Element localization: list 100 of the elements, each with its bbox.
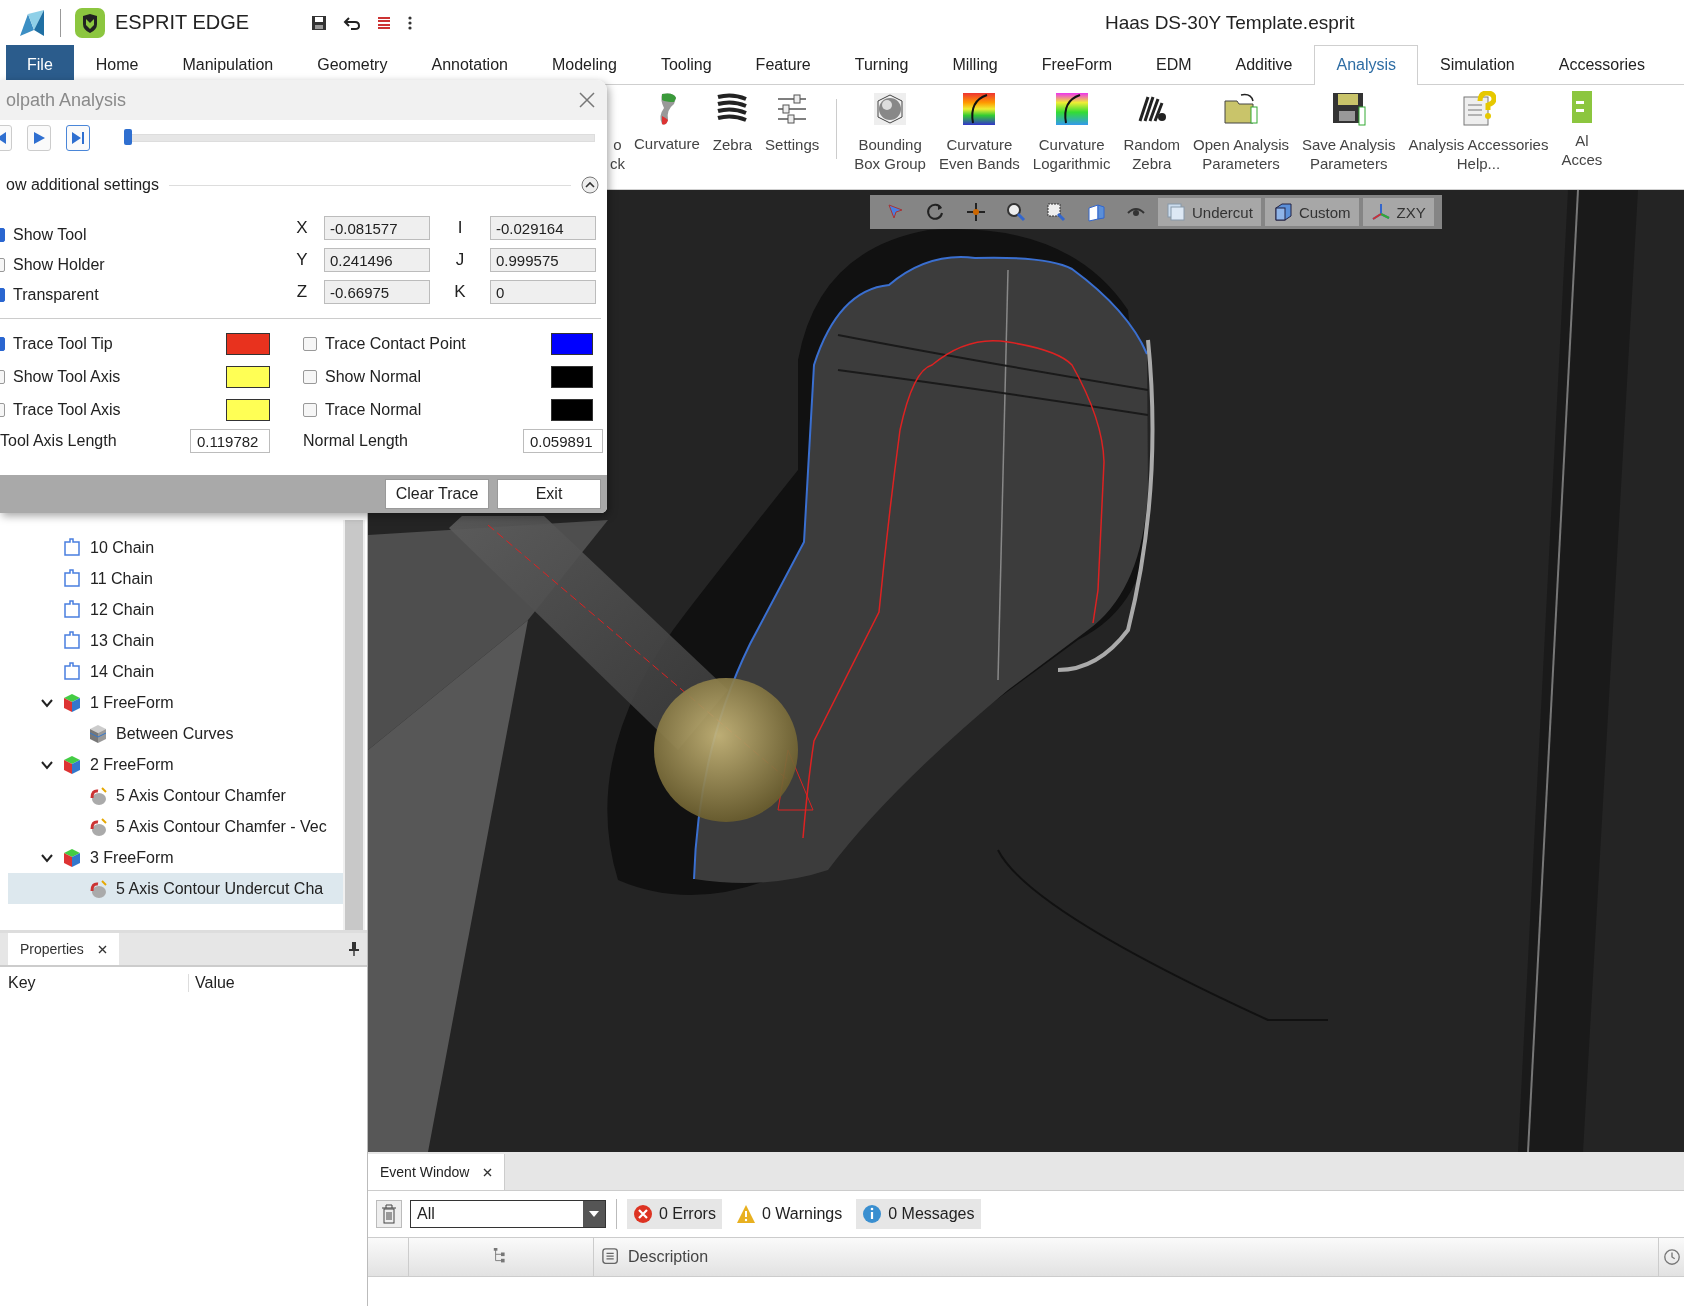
rotate-icon bbox=[926, 202, 946, 222]
playback-button[interactable] bbox=[66, 125, 90, 151]
ribbon-tab[interactable]: Home bbox=[73, 45, 161, 84]
tree-item[interactable]: 10 Chain bbox=[8, 532, 343, 563]
coordinate-field[interactable]: -0.66975 bbox=[324, 280, 430, 304]
ribbon-tab[interactable]: Modeling bbox=[529, 45, 639, 84]
ribbon-tab[interactable]: Annotation bbox=[409, 45, 530, 84]
checkbox[interactable] bbox=[303, 403, 317, 417]
option-label: Show Normal bbox=[325, 368, 422, 386]
close-icon[interactable] bbox=[483, 1167, 493, 1177]
pin-icon[interactable] bbox=[349, 942, 359, 956]
dialog-button[interactable]: Exit bbox=[497, 479, 601, 509]
shield-logo-icon bbox=[75, 7, 105, 38]
spreadsheet-icon bbox=[1571, 91, 1592, 123]
tree-item[interactable]: Between Curves bbox=[8, 718, 343, 749]
tree-item[interactable]: 1 FreeForm bbox=[8, 687, 343, 718]
color-swatch[interactable] bbox=[551, 366, 593, 388]
playback-button[interactable] bbox=[27, 125, 51, 151]
ribbon-button[interactable]: Curvature Even Bands bbox=[938, 91, 1020, 173]
close-icon[interactable] bbox=[97, 944, 107, 954]
ribbon-button[interactable]: Curvature bbox=[634, 91, 700, 153]
ribbon-tab[interactable]: Turning bbox=[832, 45, 931, 84]
more-options-icon[interactable] bbox=[407, 14, 414, 31]
tree-item[interactable]: 5 Axis Contour Chamfer bbox=[8, 780, 343, 811]
tree-item[interactable]: 14 Chain bbox=[8, 656, 343, 687]
ribbon-button[interactable]: Al Acces bbox=[1561, 91, 1603, 169]
ribbon-button[interactable]: o ck bbox=[610, 91, 625, 173]
vector-field[interactable]: -0.029164 bbox=[490, 216, 596, 240]
checkbox[interactable] bbox=[303, 370, 317, 384]
ribbon-tab[interactable]: Geometry bbox=[295, 45, 410, 84]
warning-icon bbox=[735, 1204, 756, 1224]
tree-item[interactable]: 12 Chain bbox=[8, 594, 343, 625]
normal-length-field[interactable]: 0.059891 bbox=[523, 429, 603, 453]
ribbon-button[interactable]: Settings bbox=[765, 91, 820, 154]
event-filter-button[interactable]: 0 Messages bbox=[856, 1199, 981, 1229]
option-label: Show Holder bbox=[13, 256, 105, 274]
ribbon-button[interactable]: Analysis Accessories Help... bbox=[1408, 91, 1549, 173]
cylinder-tool-icon bbox=[88, 816, 108, 837]
sphere-in-box-icon bbox=[872, 91, 909, 127]
ribbon-tab[interactable]: Simulation bbox=[1418, 45, 1537, 84]
vector-field[interactable]: 0 bbox=[490, 280, 596, 304]
ribbon-button[interactable]: Bounding Box Group bbox=[854, 91, 926, 173]
color-swatch[interactable] bbox=[226, 333, 270, 355]
event-filter-button[interactable]: 0 Errors bbox=[627, 1199, 722, 1229]
dialog-button[interactable]: Clear Trace bbox=[385, 479, 489, 509]
ribbon-tab[interactable]: Accessories bbox=[1536, 45, 1667, 84]
axis-label: I bbox=[456, 218, 464, 238]
app-logo-icon bbox=[18, 7, 46, 38]
panel-tab[interactable]: Event Window bbox=[368, 1154, 506, 1190]
tool-axis-length-field[interactable]: 0.119782 bbox=[190, 429, 270, 453]
coordinate-field[interactable]: -0.081577 bbox=[324, 216, 430, 240]
coordinate-field[interactable]: 0.241496 bbox=[324, 248, 430, 272]
option-label: Transparent bbox=[13, 286, 99, 304]
nc-code-icon[interactable] bbox=[377, 15, 392, 30]
tree-item[interactable]: 5 Axis Contour Undercut Cha bbox=[8, 873, 343, 904]
box-icon bbox=[1272, 202, 1293, 222]
error-icon bbox=[633, 1204, 653, 1224]
color-swatch[interactable] bbox=[551, 333, 593, 355]
ribbon-tab[interactable]: FreeForm bbox=[1019, 45, 1134, 84]
ribbon-button[interactable]: Zebra bbox=[712, 91, 753, 154]
filter-dropdown[interactable]: All bbox=[410, 1200, 606, 1228]
tree-item[interactable]: 13 Chain bbox=[8, 625, 343, 656]
save-icon bbox=[1330, 91, 1367, 127]
vector-field[interactable]: 0.999575 bbox=[490, 248, 596, 272]
axis-label: J bbox=[454, 250, 466, 270]
color-swatch[interactable] bbox=[226, 366, 270, 388]
color-swatch[interactable] bbox=[226, 399, 270, 421]
tree-item[interactable]: 3 FreeForm bbox=[8, 842, 343, 873]
document-title: Haas DS-30Y Template.esprit bbox=[1105, 12, 1355, 34]
ribbon-button[interactable]: Curvature Logarithmic bbox=[1032, 91, 1111, 173]
checkbox[interactable] bbox=[303, 337, 317, 351]
field-label: Tool Axis Length bbox=[0, 432, 118, 450]
undo-icon[interactable] bbox=[343, 14, 362, 31]
ribbon-tab[interactable]: Manipulation bbox=[160, 45, 296, 84]
panel-tab[interactable]: Properties bbox=[8, 933, 119, 965]
view-mode-button[interactable]: Custom bbox=[1264, 198, 1359, 226]
tree-item[interactable]: 11 Chain bbox=[8, 563, 343, 594]
option-label: Show Tool Axis bbox=[13, 368, 121, 386]
ribbon-tab[interactable]: Feature bbox=[733, 45, 833, 84]
event-filter-button[interactable]: 0 Warnings bbox=[729, 1199, 849, 1229]
tree-item[interactable]: 2 FreeForm bbox=[8, 749, 343, 780]
view-mode-button[interactable]: ZXY bbox=[1362, 198, 1434, 226]
ribbon-tab[interactable]: Additive bbox=[1213, 45, 1315, 84]
slider-thumb[interactable] bbox=[124, 129, 132, 145]
collapse-icon[interactable] bbox=[581, 176, 599, 194]
ribbon-tab[interactable]: Milling bbox=[930, 45, 1020, 84]
ribbon-button[interactable]: Random Zebra bbox=[1123, 91, 1181, 173]
view-mode-button[interactable]: Undercut bbox=[1158, 198, 1261, 226]
vertical-scrollbar[interactable] bbox=[343, 520, 365, 930]
color-swatch[interactable] bbox=[551, 399, 593, 421]
ribbon-tab[interactable]: EDM bbox=[1134, 45, 1214, 84]
ribbon-tab[interactable]: Analysis bbox=[1314, 45, 1419, 85]
clear-events-button[interactable] bbox=[376, 1200, 402, 1228]
ribbon-tab[interactable]: Tooling bbox=[638, 45, 734, 84]
save-icon[interactable] bbox=[311, 14, 328, 31]
skip-to-end-icon bbox=[70, 130, 86, 146]
tree-item[interactable]: 5 Axis Contour Chamfer - Vec bbox=[8, 811, 343, 842]
ribbon-button[interactable]: Open Analysis Parameters bbox=[1193, 91, 1289, 173]
dropdown-arrow-icon bbox=[589, 1211, 599, 1217]
ribbon-button[interactable]: Save Analysis Parameters bbox=[1302, 91, 1396, 173]
